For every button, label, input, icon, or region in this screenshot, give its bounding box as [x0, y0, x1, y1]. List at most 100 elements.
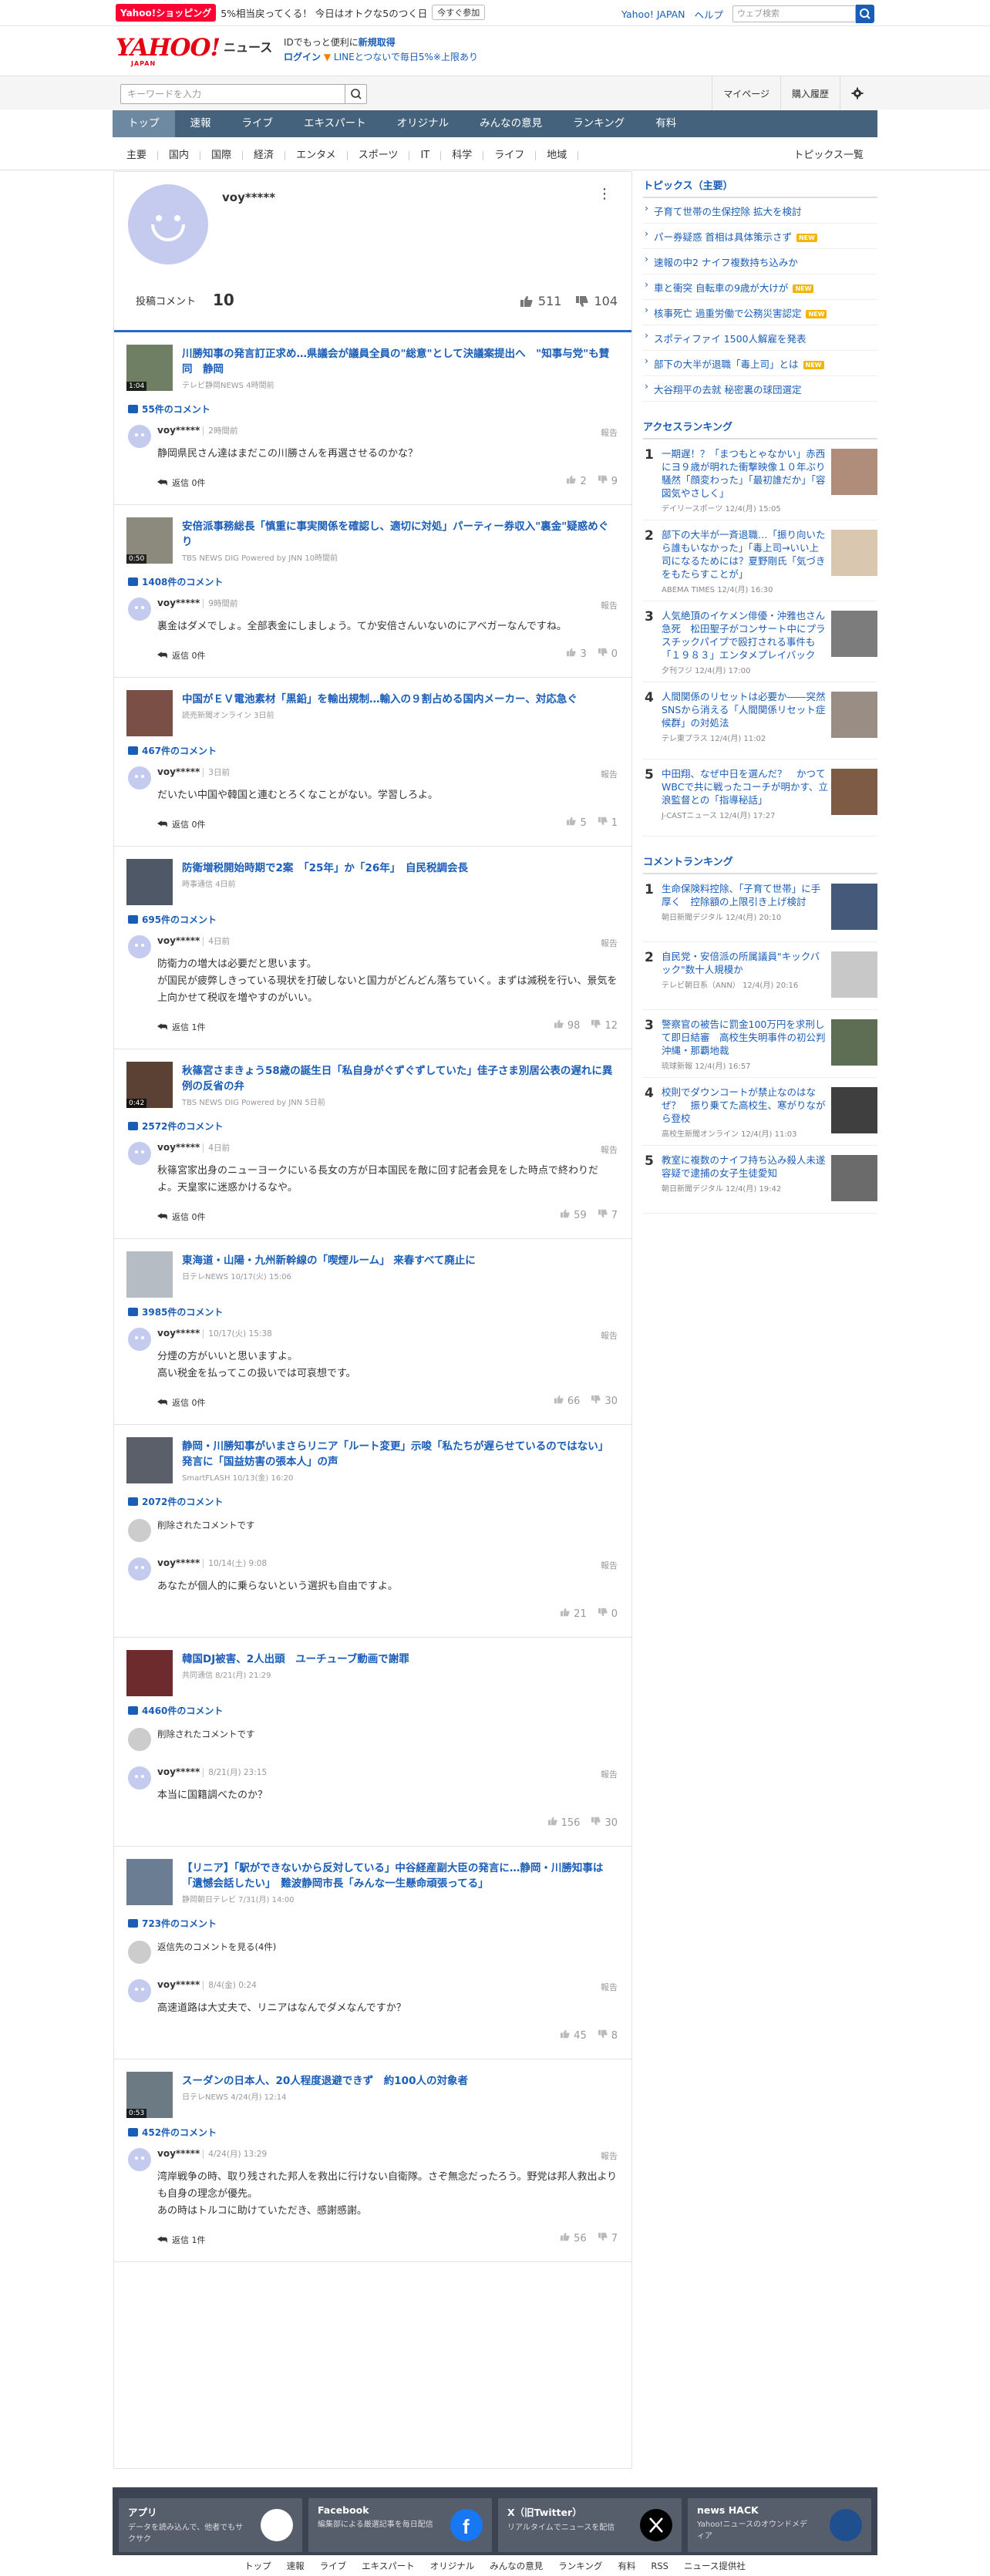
topic-title[interactable]: スポティファイ 1500人解雇を発表 — [654, 333, 806, 345]
web-search-input[interactable]: ウェブ検索 — [732, 5, 856, 22]
parent-comment-text[interactable]: 返信先のコメントを見る(4件) — [157, 1941, 276, 1952]
line-link[interactable]: LINEとつないで毎日5%※上限あり — [334, 52, 478, 62]
rank-thumbnail[interactable] — [831, 449, 877, 495]
gnav-ranking[interactable]: ランキング — [557, 110, 640, 137]
cat-local[interactable]: 地域 — [536, 150, 579, 160]
parent-comment-text[interactable]: 削除されたコメントです — [157, 1520, 255, 1530]
reply-button[interactable]: ⮪ 返信 0件 — [157, 818, 206, 830]
cat-it[interactable]: IT — [409, 150, 442, 160]
dislike-button[interactable] — [591, 1019, 601, 1032]
ranking-item[interactable]: 4 校則でダウンコートが禁止なのはなぜ？ 振り乗てた高校生、寒がりながら登校 高校生… — [643, 1078, 877, 1146]
rank-thumbnail[interactable] — [831, 530, 877, 576]
report-link[interactable]: 報告 — [601, 1329, 618, 1342]
dislike-button[interactable] — [598, 2232, 608, 2244]
rank-thumbnail[interactable] — [831, 692, 877, 738]
ranking-item[interactable]: 3 人気絶頂のイケメン俳優・沖雅也さん急死 松田聖子がコンサート中にプラスチックパ… — [643, 601, 877, 682]
facebook-card[interactable]: Facebook 編集部による厳選記事を毎日配信 f — [308, 2498, 492, 2552]
topic-item[interactable]: 速報の中2 ナイフ複数持ち込みか — [643, 249, 877, 274]
comment-count-link[interactable]: 467件のコメント — [114, 744, 631, 757]
topic-title[interactable]: 車と衝突 自転車の9歳が大けが — [654, 282, 788, 294]
topic-item[interactable]: 車と衝突 自転車の9歳が大けが NEW — [643, 274, 877, 300]
article-thumbnail[interactable] — [126, 1650, 173, 1696]
article-title[interactable]: 安倍派事務総長「慎重に事実関係を確認し、適切に対処」パーティー券収入"裏金"疑惑… — [182, 519, 618, 550]
rank-title[interactable]: 自民党・安倍派の所属議員"キックバック"数十人規模か — [662, 950, 828, 976]
cat-domestic[interactable]: 国内 — [158, 150, 201, 160]
ranking-item[interactable]: 2 自民党・安倍派の所属議員"キックバック"数十人規模か テレビ朝日系（ANN） 1… — [643, 942, 877, 1010]
footer-link[interactable]: 速報 — [287, 2560, 305, 2572]
dislike-button[interactable] — [591, 1817, 601, 1829]
footer-link[interactable]: 有料 — [618, 2560, 635, 2572]
dislike-button[interactable] — [598, 2029, 608, 2042]
report-link[interactable]: 報告 — [601, 599, 618, 611]
like-button[interactable] — [566, 817, 577, 829]
topic-title[interactable]: 速報の中2 ナイフ複数持ち込みか — [654, 257, 798, 268]
report-link[interactable]: 報告 — [601, 1559, 618, 1571]
ranking-item[interactable]: 4 人間関係のリセットは必要か――突然SNSから消える「人間関係リセット症候群」の… — [643, 682, 877, 759]
cat-world[interactable]: 国際 — [200, 150, 244, 160]
article-thumbnail[interactable]: 0:42 — [126, 1062, 173, 1108]
cat-main[interactable]: 主要 — [116, 150, 159, 160]
report-link[interactable]: 報告 — [601, 426, 618, 439]
help-link[interactable]: ヘルプ — [694, 7, 723, 22]
rank-thumbnail[interactable] — [831, 1087, 877, 1133]
reply-button[interactable]: ⮪ 返信 0件 — [157, 649, 206, 662]
x-card[interactable]: X（旧Twitter） リアルタイムでニュースを配信 — [498, 2498, 682, 2552]
article-link[interactable]: 韓国DJ被害、2人出頭 ユーチューブ動画で謝罪 共同通信 8/21(月) 21:2… — [114, 1638, 631, 1696]
ranking-item[interactable]: 3 警察官の被告に罰金100万円を求刑して即日結審 高校生失明事件の初公判 沖縄・… — [643, 1010, 877, 1078]
ranking-item[interactable]: 5 中田翔、なぜ中日を選んだ？ かつてWBCで共に戦ったコーチが明かす、立浪監督と… — [643, 759, 877, 837]
footer-link[interactable]: ライブ — [320, 2560, 347, 2572]
article-thumbnail[interactable] — [126, 1437, 173, 1483]
article-title[interactable]: 【リニア】「駅ができないから反対している」中谷経産副大臣の発言に…静岡・川勝知事… — [182, 1860, 618, 1891]
like-button[interactable] — [566, 475, 577, 487]
cat-economy[interactable]: 経済 — [243, 150, 286, 160]
shopping-promo[interactable]: Yahoo!ショッピング 5%相当戻ってくる！ 今日はオトクな5のつく日 今すぐ… — [116, 3, 486, 22]
footer-link[interactable]: RSS — [651, 2561, 668, 2571]
like-button[interactable] — [554, 1019, 564, 1032]
dislike-button[interactable] — [598, 1209, 608, 1221]
article-link[interactable]: 0:53 スーダンの日本人、20人程度退避できず 約100人の対象者 日テレNEWS… — [114, 2059, 631, 2118]
topic-item[interactable]: 核事死亡 過重労働で公務災害認定 NEW — [643, 300, 877, 325]
gnav-opinion[interactable]: みんなの意見 — [464, 110, 557, 137]
article-link[interactable]: 0:50 安倍派事務総長「慎重に事実関係を確認し、適切に対処」パーティー券収入"裏… — [114, 505, 631, 564]
rank-thumbnail[interactable] — [831, 951, 877, 998]
keyword-search-button[interactable] — [345, 85, 366, 103]
gnav-original[interactable]: オリジナル — [382, 110, 465, 137]
footer-link[interactable]: みんなの意見 — [490, 2560, 543, 2572]
gnav-flash[interactable]: 速報 — [175, 110, 227, 137]
more-menu-icon[interactable]: ⋮ — [598, 186, 611, 202]
article-link[interactable]: 静岡・川勝知事がいまさらリニア「ルート変更」示唆「私たちが遅らせているのではない… — [114, 1425, 631, 1483]
rank-title[interactable]: 校則でダウンコートが禁止なのはなぜ？ 振り乗てた高校生、寒がりながら登校 — [662, 1086, 828, 1125]
gnav-expert[interactable]: エキスパート — [288, 110, 382, 137]
yahoo-logo[interactable]: YAHOO! — [116, 34, 221, 62]
footer-link[interactable]: ニュース提供社 — [684, 2560, 746, 2572]
rank-thumbnail[interactable] — [831, 1019, 877, 1066]
report-link[interactable]: 報告 — [601, 1768, 618, 1780]
article-title[interactable]: 韓国DJ被害、2人出頭 ユーチューブ動画で謝罪 — [182, 1652, 618, 1667]
article-thumbnail[interactable] — [126, 690, 173, 736]
comment-count-link[interactable]: 3985件のコメント — [114, 1305, 631, 1318]
like-button[interactable] — [547, 1817, 558, 1829]
login-link[interactable]: ログイン — [284, 52, 321, 62]
like-button[interactable] — [554, 1395, 564, 1407]
register-link[interactable]: 新規取得 — [359, 37, 396, 48]
rank-title[interactable]: 人気絶頂のイケメン俳優・沖雅也さん急死 松田聖子がコンサート中にプラスチックパイ… — [662, 609, 828, 662]
report-link[interactable]: 報告 — [601, 2150, 618, 2162]
dislike-button[interactable] — [598, 648, 608, 660]
rank-title[interactable]: 中田翔、なぜ中日を選んだ？ かつてWBCで共に戦ったコーチが明かす、立浪監督との… — [662, 767, 828, 806]
article-link[interactable]: 防衛増税開始時期で2案 「25年」か「26年」 自民税調会長 時事通信 4日前 — [114, 847, 631, 905]
reply-button[interactable]: ⮪ 返信 1件 — [157, 2234, 206, 2246]
cat-science[interactable]: 科学 — [441, 150, 484, 160]
rank-title[interactable]: 教室に複数のナイフ持ち込み殺人未遂容疑で逮捕の女子生徒愛知 — [662, 1153, 828, 1180]
ranking-item[interactable]: 1 生命保険料控除、「子育て世帯」に手厚く 控除額の上限引き上げ検討 朝日新聞デジタ… — [643, 874, 877, 942]
rank-thumbnail[interactable] — [831, 884, 877, 930]
article-link[interactable]: 【リニア】「駅ができないから反対している」中谷経産副大臣の発言に…静岡・川勝知事… — [114, 1847, 631, 1905]
comment-count-link[interactable]: 452件のコメント — [114, 2126, 631, 2139]
ranking-item[interactable]: 1 一期遅！？「まつもとゃなかい」赤西にヨ９歳が明れた衝撃映像１０年ぶり騒然「顔変… — [643, 439, 877, 520]
topic-item[interactable]: スポティファイ 1500人解雇を発表 — [643, 325, 877, 351]
comment-count-link[interactable]: 55件のコメント — [114, 402, 631, 416]
article-thumbnail[interactable] — [126, 1859, 173, 1905]
article-title[interactable]: 中国がＥＶ電池素材「黒鉛」を輸出規制…輸入の９割占める国内メーカー、対応急ぐ — [182, 692, 618, 707]
topic-title[interactable]: 部下の大半が退職「毒上司」とは — [654, 359, 799, 370]
rank-title[interactable]: 一期遅！？「まつもとゃなかい」赤西にヨ９歳が明れた衝撃映像１０年ぶり騒然「顔変わ… — [662, 447, 828, 500]
cat-entertainment[interactable]: エンタメ — [285, 150, 348, 160]
